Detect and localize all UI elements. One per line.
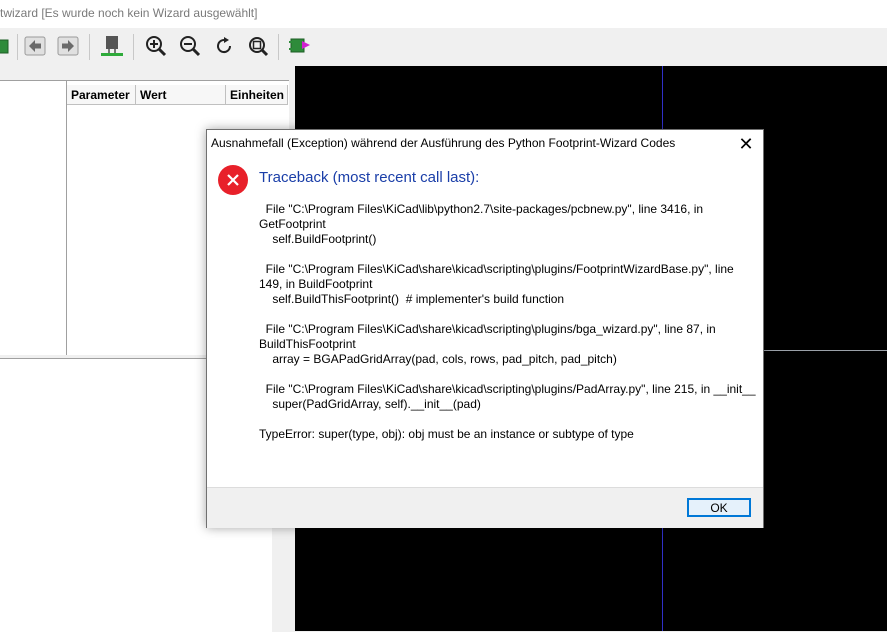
traceback-line: File "C:\Program Files\KiCad\share\kicad… [259, 322, 716, 336]
column-header-parameter[interactable]: Parameter [67, 85, 136, 105]
title-bar: twizard [Es wurde noch kein Wizard ausge… [0, 0, 887, 28]
zoom-in-icon[interactable] [143, 33, 169, 59]
exception-dialog: Ausnahmefall (Exception) während der Aus… [206, 129, 764, 528]
error-icon [218, 165, 248, 195]
ok-button[interactable]: OK [687, 498, 751, 517]
toolbar-separator [278, 34, 279, 60]
grid-header: Parameter Wert Einheiten [67, 85, 289, 105]
traceback-line: File "C:\Program Files\KiCad\share\kicad… [259, 262, 734, 276]
toolbar-separator [133, 34, 134, 60]
toolbar-separator [17, 34, 18, 60]
dialog-footer: OK [207, 487, 763, 528]
traceback-line: TypeError: super(type, obj): obj must be… [259, 427, 634, 441]
previous-icon[interactable] [22, 33, 48, 59]
export-footprint-icon[interactable] [287, 33, 313, 59]
app-icon[interactable] [0, 33, 14, 59]
column-header-einheiten[interactable]: Einheiten [226, 85, 288, 105]
traceback-line: 149, in BuildFootprint [259, 277, 373, 291]
traceback-line: self.BuildFootprint() [259, 232, 377, 246]
next-icon[interactable] [55, 33, 81, 59]
zoom-fit-icon[interactable] [245, 33, 271, 59]
traceback-line: super(PadGridArray, self).__init__(pad) [259, 397, 481, 411]
traceback-line: array = BGAPadGridArray(pad, cols, rows,… [259, 352, 617, 366]
toolbar [0, 28, 887, 66]
traceback-line: GetFootprint [259, 217, 326, 231]
column-header-wert[interactable]: Wert [136, 85, 226, 105]
toolbar-separator [89, 34, 90, 60]
traceback-line: self.BuildThisFootprint() # implementer'… [259, 292, 565, 306]
traceback-line: BuildThisFootprint [259, 337, 356, 351]
redraw-icon[interactable] [211, 33, 237, 59]
close-icon[interactable]: ✕ [731, 132, 761, 156]
traceback-line: File "C:\Program Files\KiCad\share\kicad… [259, 382, 756, 396]
traceback-line: File "C:\Program Files\KiCad\lib\python2… [259, 202, 704, 216]
footprint-editor-icon[interactable] [99, 33, 125, 59]
zoom-out-icon[interactable] [177, 33, 203, 59]
dialog-title: Ausnahmefall (Exception) während der Aus… [211, 136, 676, 150]
parameter-pages-list[interactable] [0, 81, 67, 355]
traceback-text: File "C:\Program Files\KiCad\lib\python2… [259, 202, 756, 442]
window-title: twizard [Es wurde noch kein Wizard ausge… [0, 6, 258, 20]
dialog-heading: Traceback (most recent call last): [259, 169, 480, 186]
